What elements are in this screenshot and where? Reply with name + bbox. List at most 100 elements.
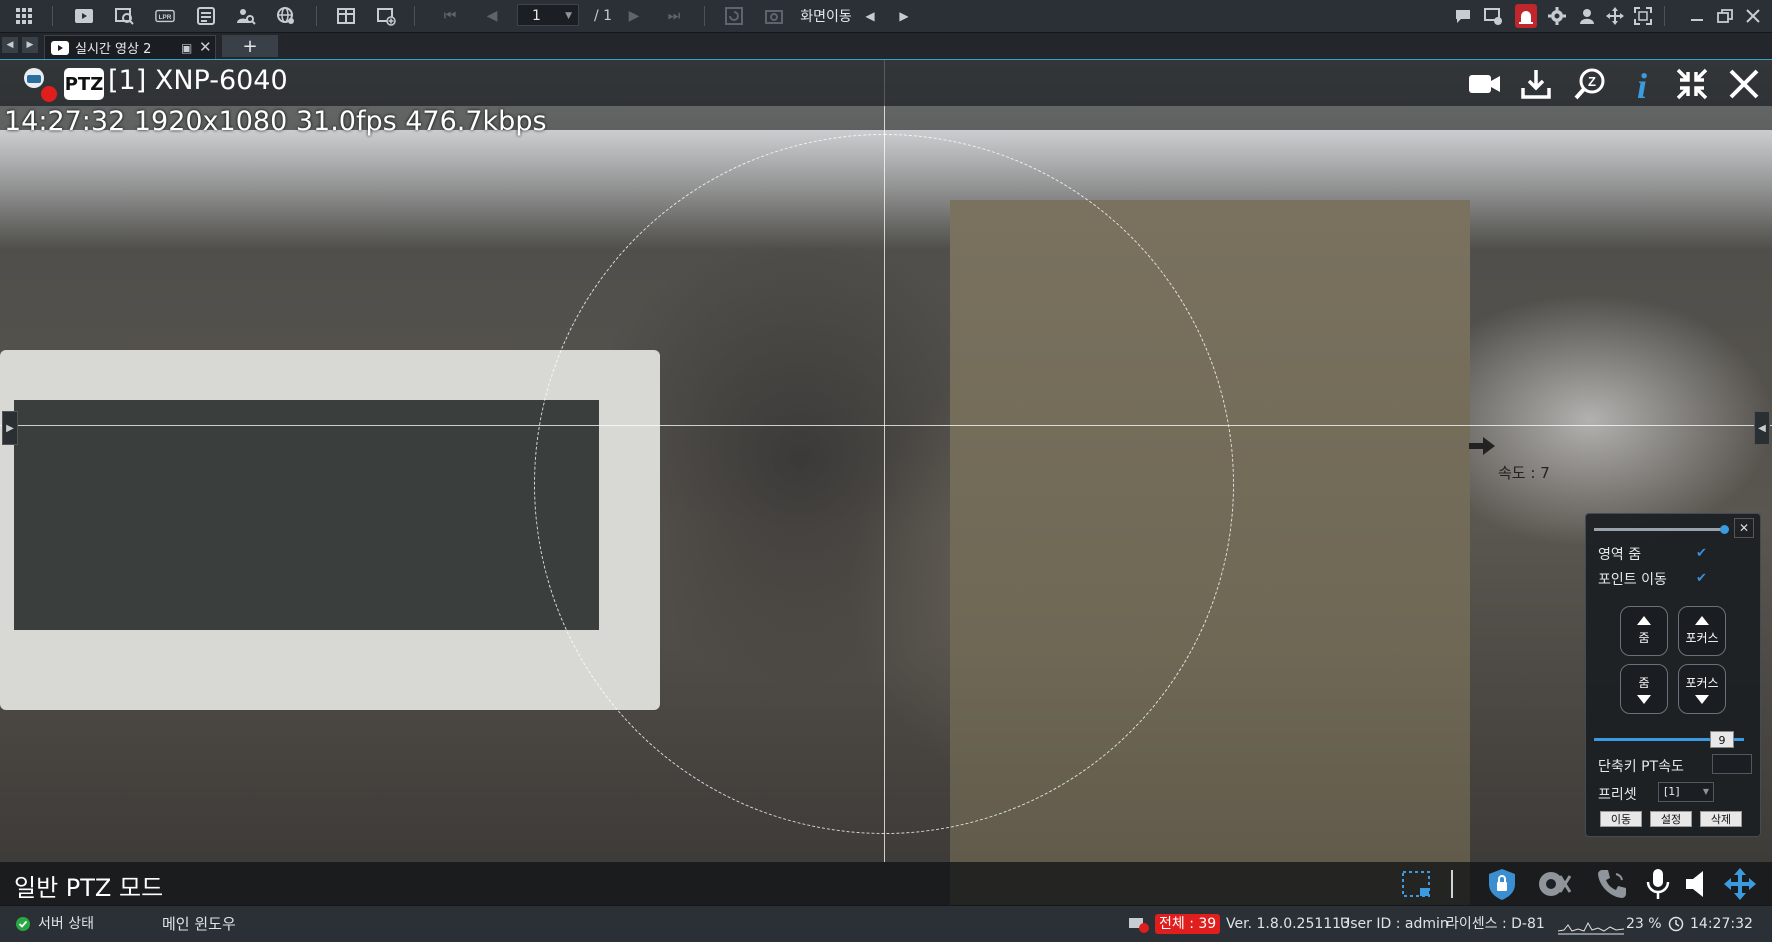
area-select-icon[interactable] [1398, 866, 1434, 902]
close-window-icon[interactable] [1742, 4, 1764, 28]
screen-move-label: 화면이동 [800, 9, 852, 25]
privacy-mask-icon[interactable] [1484, 866, 1520, 902]
ptz-direction-arrow-icon [1467, 434, 1497, 458]
monitor-alert-icon[interactable] [1482, 4, 1504, 28]
point-move-checkbox[interactable]: ✔ [1696, 571, 1710, 586]
main-window-label[interactable]: 메인 윈도우 [162, 906, 236, 942]
download-icon[interactable] [1518, 66, 1554, 102]
ptz-mode-label: 일반 PTZ 모드 [14, 874, 164, 902]
server-status-icon [16, 906, 30, 942]
total-events-badge[interactable]: 전체 : 39 [1155, 912, 1221, 936]
server-status-label[interactable]: 서버 상태 [38, 906, 94, 942]
minimize-icon[interactable] [1686, 4, 1708, 28]
clock-label: 14:27:32 [1690, 916, 1753, 932]
point-move-row: 포인트 이동 [1598, 569, 1667, 589]
person-search-icon[interactable] [234, 4, 258, 28]
playback-search-icon[interactable] [112, 4, 136, 28]
shrink-icon[interactable] [1674, 66, 1710, 102]
tab-close-icon[interactable]: ✕ [199, 38, 212, 56]
speed-slider-value[interactable]: 9 [1710, 731, 1734, 748]
move-arrows-icon[interactable] [1604, 4, 1626, 28]
chevron-down-icon[interactable]: ▼ [565, 5, 572, 27]
next-page-icon[interactable]: ▶ [624, 4, 644, 28]
preset-value: [1] [1664, 785, 1680, 798]
down-triangle-icon [1695, 695, 1709, 704]
panel-slider-track[interactable] [1594, 528, 1724, 531]
preset-row: 프리셋 [1598, 784, 1637, 804]
restore-icon[interactable] [1714, 4, 1736, 28]
record-camera-icon[interactable] [1466, 66, 1502, 102]
hotkey-pt-speed-field[interactable] [1712, 754, 1752, 774]
focus-near-button[interactable]: 포커스 [1678, 606, 1726, 656]
tab-bar: ◀ ▶ 실시간 영상 2 ▣ ✕ + [0, 33, 1772, 60]
panel-close-icon[interactable]: ✕ [1734, 518, 1754, 538]
zoom-out-button[interactable]: 줌 [1620, 664, 1668, 714]
zoom-in-button[interactable]: 줌 [1620, 606, 1668, 656]
grid-menu-icon[interactable] [12, 4, 36, 28]
focus-far-button[interactable]: 포커스 [1678, 664, 1726, 714]
chat-icon[interactable] [1452, 4, 1474, 28]
camera-off-icon[interactable] [1536, 866, 1572, 902]
bottom-divider [1451, 870, 1453, 898]
alarm-event-icon[interactable] [1128, 906, 1150, 942]
left-panel-toggle-icon[interactable]: ▶ [2, 411, 18, 445]
ptz-move-arrows-icon[interactable] [1722, 866, 1758, 902]
license-label: 라이센스 : D-81 [1446, 916, 1545, 932]
focus-far-label: 포커스 [1685, 676, 1719, 690]
first-page-icon[interactable]: ⏮ [440, 4, 460, 28]
tab-live-video-2[interactable]: 실시간 영상 2 ▣ ✕ [44, 35, 216, 59]
tab-scroll-left-icon[interactable]: ◀ [2, 37, 18, 53]
video-info: 14:27:32 1920x1080 31.0fps 476.7kbps [4, 106, 547, 137]
tab-window-icon[interactable]: ▣ [181, 41, 192, 55]
panel-slider-thumb[interactable] [1720, 525, 1729, 534]
prev-page-icon[interactable]: ◀ [482, 4, 502, 28]
event-list-icon[interactable] [194, 4, 218, 28]
clock-icon [1668, 906, 1684, 942]
hotkey-pt-speed-label: 단축키 PT속도 [1598, 759, 1684, 775]
focus-near-label: 포커스 [1685, 631, 1719, 645]
layout-icon[interactable] [334, 4, 358, 28]
svg-text:i: i [1637, 66, 1647, 102]
preset-delete-button[interactable]: 삭제 [1700, 811, 1742, 827]
globe-search-icon[interactable] [274, 4, 298, 28]
info-icon[interactable]: i [1624, 66, 1660, 106]
zoom-in-label: 줌 [1638, 631, 1650, 645]
hotkey-pt-speed-row: 단축키 PT속도 [1598, 756, 1684, 776]
ptz-badge: PTZ [64, 68, 104, 100]
phone-call-icon[interactable] [1594, 866, 1630, 902]
page-total: / 1 [593, 8, 613, 24]
refresh-screen-icon[interactable] [722, 4, 746, 28]
ptz-control-panel: ✕ 영역 줌 ✔ 포인트 이동 ✔ 줌 포커스 줌 포커스 9 단축키 PT속도… [1585, 513, 1761, 837]
lpr-icon[interactable]: LPR [152, 4, 178, 28]
page-number-input[interactable]: 1 ▼ [517, 4, 579, 26]
cpu-usage-label: 23 % [1626, 916, 1662, 932]
speaker-icon[interactable] [1682, 866, 1718, 902]
screen-next-icon[interactable]: ▶ [896, 4, 912, 28]
down-triangle-icon [1637, 695, 1651, 704]
ptz-circle-guide[interactable] [534, 134, 1234, 834]
fullscreen-icon[interactable] [1632, 4, 1654, 28]
close-video-icon[interactable] [1726, 66, 1762, 102]
preset-move-button[interactable]: 이동 [1600, 811, 1642, 827]
area-zoom-checkbox[interactable]: ✔ [1696, 546, 1710, 561]
camera-status-icon [18, 64, 58, 104]
add-tab-button[interactable]: + [222, 35, 278, 57]
digital-zoom-icon[interactable]: Z [1572, 66, 1608, 102]
preset-select[interactable]: [1] ▼ [1658, 782, 1714, 802]
top-toolbar: LPR ⏮ ◀ 1 ▼ / 1 ▶ ⏭ 화면이동 ◀ ▶ [0, 0, 1772, 33]
right-panel-toggle-icon[interactable]: ◀ [1754, 411, 1770, 445]
preset-label: 프리셋 [1598, 787, 1637, 803]
total-events-label: 전체 : 39 [1155, 914, 1221, 934]
snapshot-icon[interactable] [762, 4, 786, 28]
preset-set-button[interactable]: 설정 [1650, 811, 1692, 827]
tab-scroll-right-icon[interactable]: ▶ [22, 37, 38, 53]
add-layout-icon[interactable] [374, 4, 398, 28]
live-video-icon[interactable] [72, 4, 96, 28]
user-icon[interactable] [1576, 4, 1598, 28]
alarm-icon[interactable] [1515, 4, 1537, 28]
microphone-icon[interactable] [1640, 866, 1676, 902]
gear-icon[interactable] [1546, 4, 1568, 28]
screen-prev-icon[interactable]: ◀ [862, 4, 878, 28]
last-page-icon[interactable]: ⏭ [664, 4, 684, 28]
chevron-down-icon: ▼ [1702, 787, 1709, 796]
